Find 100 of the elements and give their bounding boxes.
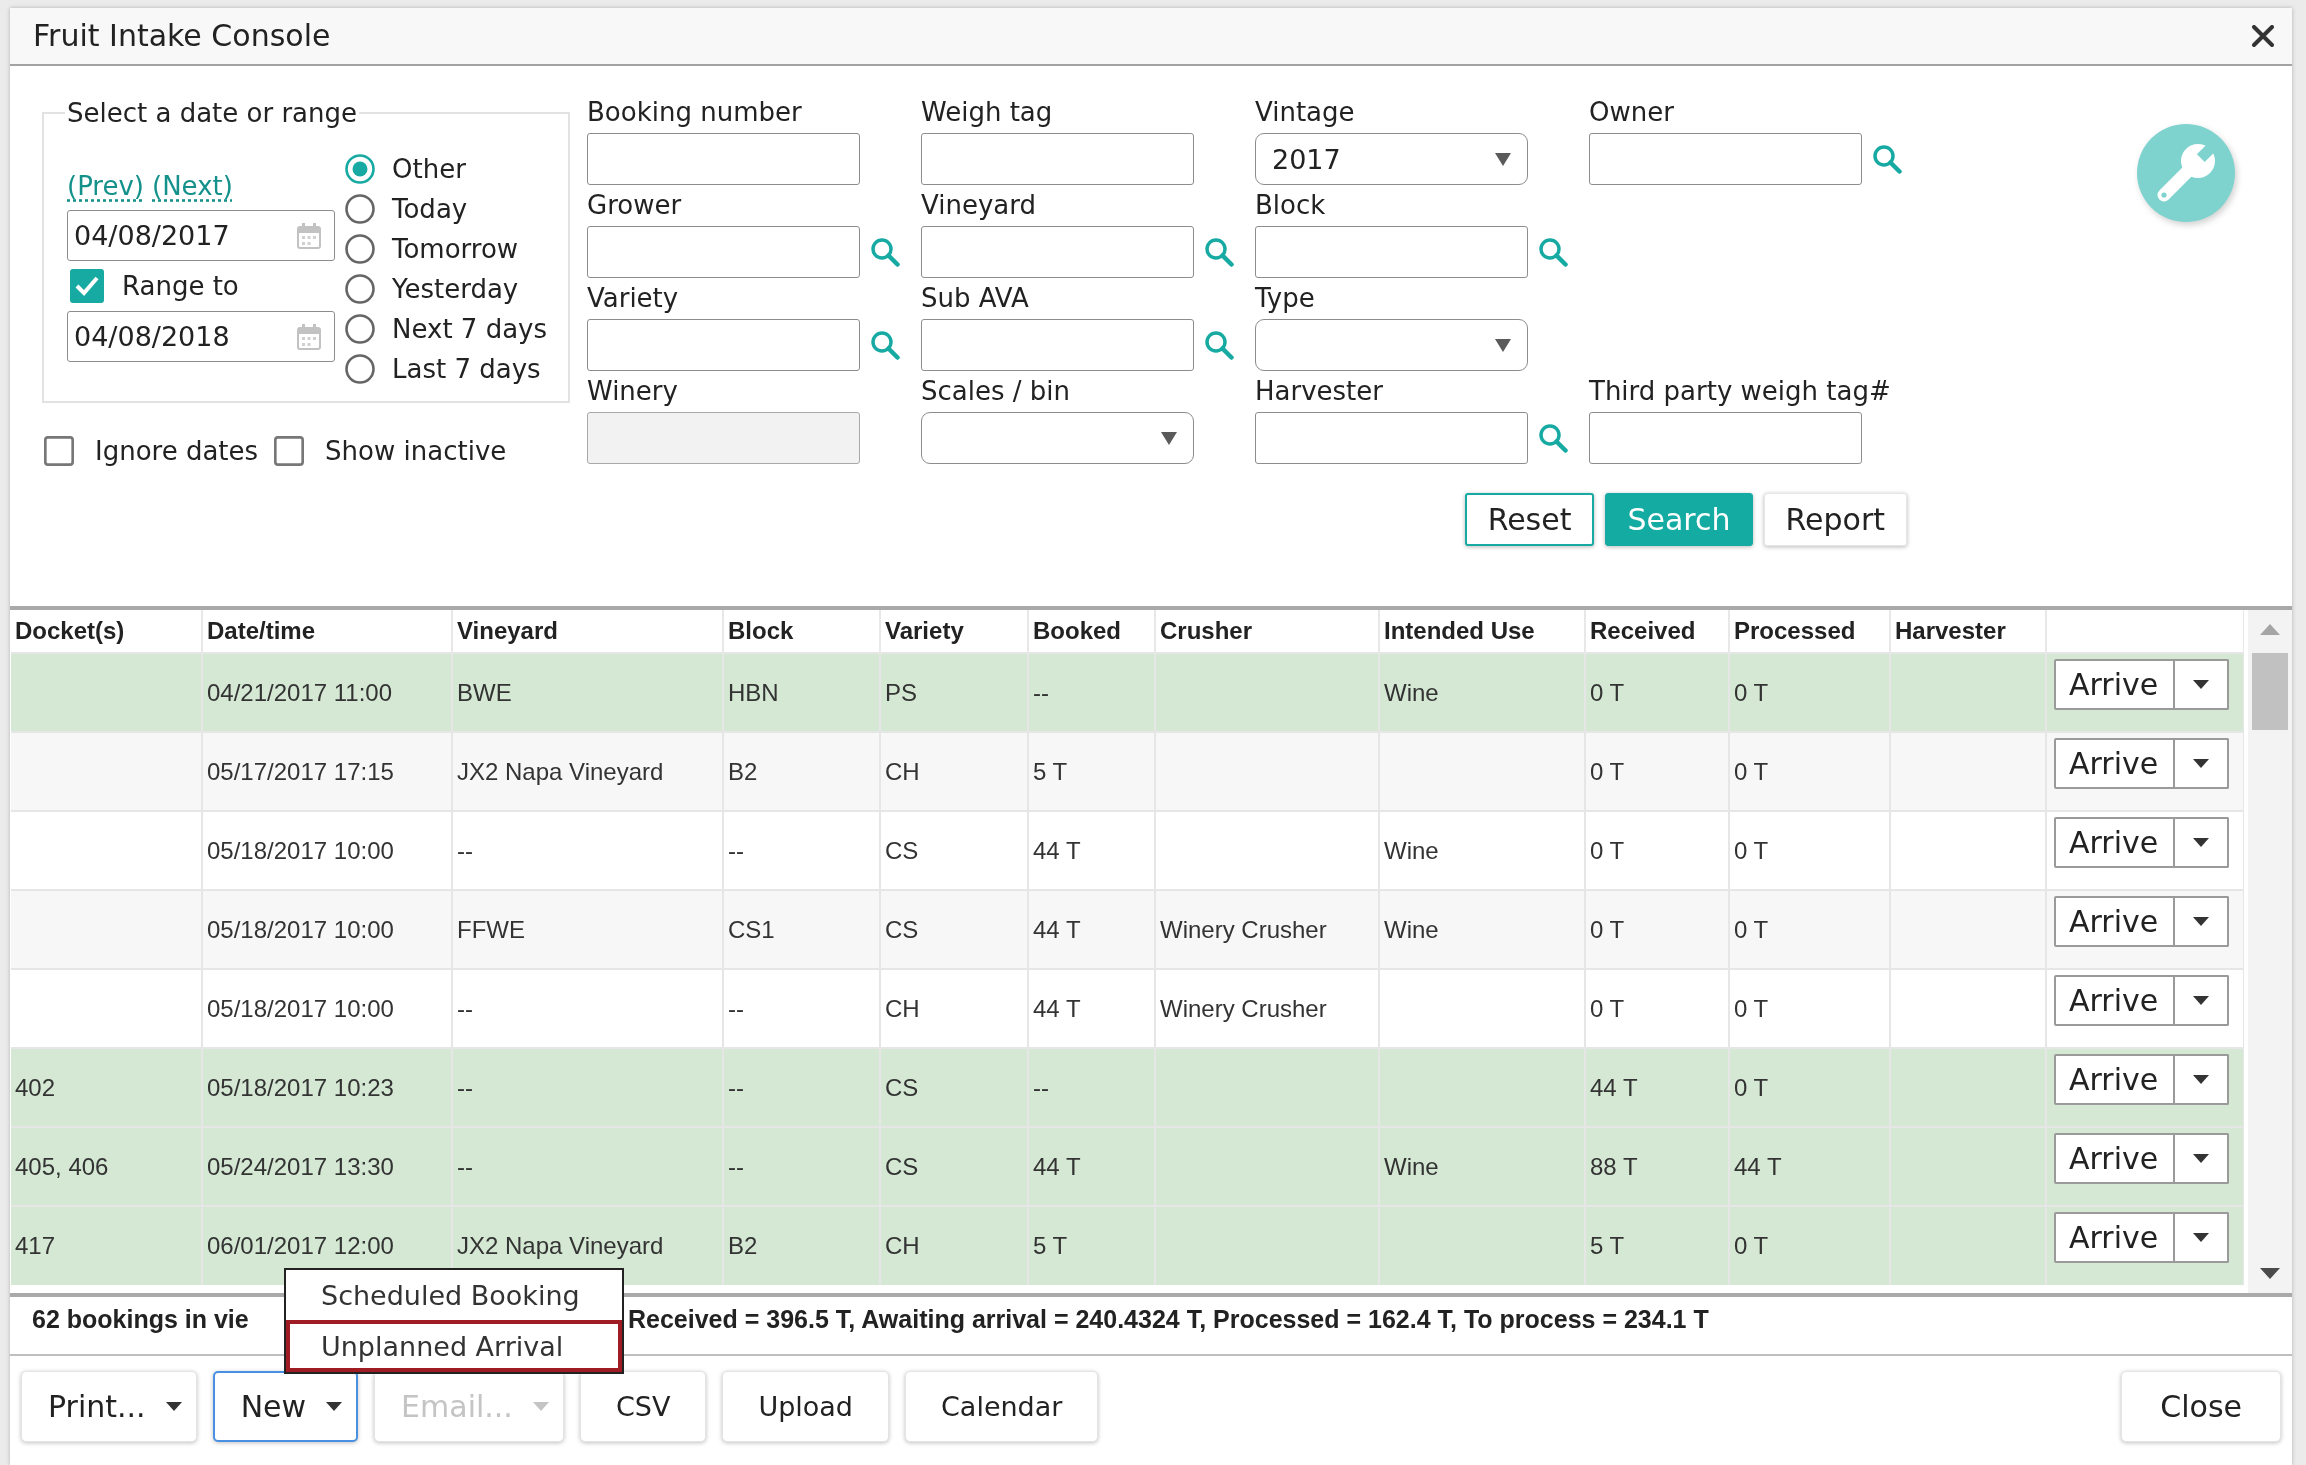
search-icon[interactable] <box>1204 330 1234 360</box>
arrive-button[interactable]: Arrive <box>2054 659 2175 710</box>
radio-button[interactable] <box>345 194 375 224</box>
table-row[interactable]: 417 06/01/2017 12:00 JX2 Napa Vineyard B2 CH 5 T 5 T 0 T Arrive <box>11 1206 2244 1285</box>
arrive-button[interactable]: Arrive <box>2054 896 2175 947</box>
column-header[interactable]: Variety <box>880 610 1028 653</box>
radio-button[interactable] <box>345 354 375 384</box>
arrive-button[interactable]: Arrive <box>2054 1212 2175 1263</box>
dropdown-field[interactable]: 2017 <box>1255 133 1528 185</box>
input-field[interactable] <box>1255 412 1528 464</box>
search-icon[interactable] <box>1204 237 1234 267</box>
footer-button[interactable]: Print... <box>21 1371 197 1442</box>
dropdown-button[interactable] <box>2175 738 2229 789</box>
search-icon[interactable] <box>1538 237 1568 267</box>
nav-link[interactable]: (Prev) <box>67 171 144 201</box>
dropdown-button[interactable] <box>2175 1133 2229 1184</box>
radio-button[interactable] <box>345 314 375 344</box>
footer-button[interactable]: Calendar <box>905 1371 1099 1442</box>
radio-button[interactable] <box>345 154 375 184</box>
input-field[interactable] <box>921 319 1194 371</box>
date-field[interactable]: 04/08/2018 <box>67 311 335 362</box>
nav-link[interactable]: (Next) <box>152 171 233 201</box>
checkbox-label[interactable]: Ignore dates <box>95 436 259 466</box>
table-row[interactable]: 05/18/2017 10:00 FFWE CS1 CS 44 T Winery Crusher Wine 0 T 0 T Arrive <box>11 890 2244 969</box>
scroll-up-icon[interactable] <box>2260 624 2280 635</box>
dropdown-arrow-icon[interactable] <box>1495 152 1511 166</box>
scrollbar-thumb[interactable] <box>2252 653 2288 730</box>
column-header[interactable]: Processed <box>1729 610 1890 653</box>
column-header[interactable]: Received <box>1585 610 1729 653</box>
table-row[interactable]: 05/18/2017 10:00 -- -- CS 44 T Wine 0 T 0 T Arrive <box>11 811 2244 890</box>
radio-label[interactable]: Yesterday <box>392 274 519 304</box>
dropdown-button[interactable] <box>2175 975 2229 1026</box>
column-header[interactable]: Docket(s) <box>11 610 202 653</box>
checkbox[interactable] <box>44 436 74 466</box>
table-cell: 0 T <box>1734 994 1769 1022</box>
radio-label[interactable]: Next 7 days <box>392 314 547 344</box>
search-icon[interactable] <box>1538 423 1568 453</box>
arrive-button[interactable]: Arrive <box>2054 738 2175 789</box>
arrive-button[interactable]: Arrive <box>2054 975 2175 1026</box>
dropdown-arrow-icon[interactable] <box>1495 338 1511 352</box>
dropdown-button[interactable] <box>2175 896 2229 947</box>
wrench-icon[interactable] <box>2136 123 2236 223</box>
checkbox[interactable] <box>70 269 104 303</box>
status-text: Received = 396.5 T, Awaiting arrival = 240.4324 T, Processed = 162.4 T, To process = 234.1 T <box>628 1304 1709 1334</box>
radio-label[interactable]: Tomorrow <box>392 234 519 264</box>
input-field[interactable] <box>921 133 1194 185</box>
dropdown-button[interactable] <box>2175 817 2229 868</box>
calendar-icon[interactable] <box>297 222 321 249</box>
dropdown-button[interactable] <box>2175 659 2229 710</box>
calendar-icon[interactable] <box>297 323 321 350</box>
column-header[interactable]: Harvester <box>1890 610 2046 653</box>
arrive-button[interactable]: Arrive <box>2054 1054 2175 1105</box>
dropdown-arrow-icon[interactable] <box>1161 431 1177 445</box>
input-field[interactable] <box>587 133 860 185</box>
column-header[interactable]: Date/time <box>202 610 452 653</box>
arrive-button[interactable]: Arrive <box>2054 817 2175 868</box>
close-button[interactable]: Close <box>2121 1371 2281 1442</box>
footer-button[interactable]: Upload <box>722 1371 889 1442</box>
dropdown-button[interactable] <box>2175 1054 2229 1105</box>
table-cell: Winery Crusher <box>1160 994 1327 1022</box>
close-icon[interactable] <box>2252 25 2274 47</box>
input-field[interactable] <box>1589 412 1862 464</box>
menu-item[interactable]: Unplanned Arrival <box>286 1320 622 1372</box>
input-field[interactable] <box>587 226 860 278</box>
checkbox-label[interactable]: Range to <box>122 271 239 301</box>
input-field[interactable] <box>921 226 1194 278</box>
dropdown-field[interactable] <box>1255 319 1528 371</box>
search-icon[interactable] <box>1872 144 1902 174</box>
table-row[interactable]: 402 05/18/2017 10:23 -- -- CS -- 44 T 0 T Arrive <box>11 1048 2244 1127</box>
table-row[interactable]: 04/21/2017 11:00 BWE HBN PS -- Wine 0 T 0 T Arrive <box>11 653 2244 732</box>
table-row[interactable]: 405, 406 05/24/2017 13:30 -- -- CS 44 T Wine 88 T 44 T Arrive <box>11 1127 2244 1206</box>
radio-label[interactable]: Last 7 days <box>392 354 541 384</box>
checkbox[interactable] <box>274 436 305 466</box>
input-field[interactable] <box>1255 226 1528 278</box>
search-icon[interactable] <box>870 330 900 360</box>
search-icon[interactable] <box>870 237 900 267</box>
table-row[interactable]: 05/17/2017 17:15 JX2 Napa Vineyard B2 CH 5 T 0 T 0 T Arrive <box>11 732 2244 811</box>
radio-button[interactable] <box>345 234 375 264</box>
scroll-down-icon[interactable] <box>2260 1268 2280 1279</box>
checkbox-label[interactable]: Show inactive <box>325 436 507 466</box>
column-header[interactable]: Booked <box>1028 610 1155 653</box>
action-button[interactable]: Reset <box>1464 493 1595 546</box>
date-field[interactable]: 04/08/2017 <box>67 210 335 261</box>
column-header[interactable]: Crusher <box>1155 610 1379 653</box>
radio-label[interactable]: Today <box>392 194 468 224</box>
footer-button[interactable]: CSV <box>579 1371 707 1442</box>
radio-label[interactable]: Other <box>392 154 466 184</box>
dropdown-button[interactable] <box>2175 1212 2229 1263</box>
column-header[interactable]: Intended Use <box>1379 610 1585 653</box>
dropdown-field[interactable] <box>921 412 1194 464</box>
column-header[interactable]: Vineyard <box>452 610 723 653</box>
input-field[interactable] <box>1589 133 1862 185</box>
table-row[interactable]: 05/18/2017 10:00 -- -- CH 44 T Winery Crusher 0 T 0 T Arrive <box>11 969 2244 1048</box>
radio-button[interactable] <box>345 274 375 304</box>
action-button[interactable]: Report <box>1763 493 1907 546</box>
footer-button[interactable]: New <box>212 1371 359 1442</box>
column-header[interactable]: Block <box>723 610 880 653</box>
input-field[interactable] <box>587 319 860 371</box>
caret-icon <box>2193 838 2209 847</box>
arrive-button[interactable]: Arrive <box>2054 1133 2175 1184</box>
